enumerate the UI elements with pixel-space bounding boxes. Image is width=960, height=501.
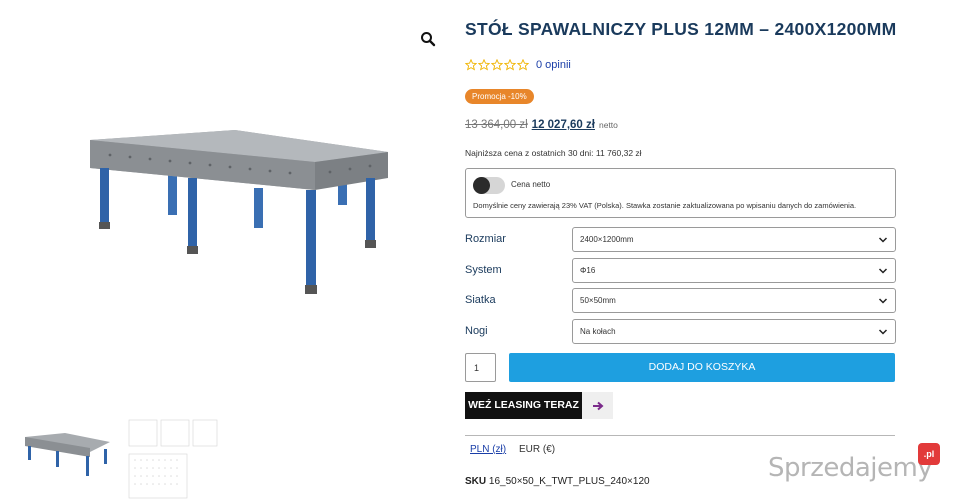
watermark-text: Sprzedajemy xyxy=(768,453,933,483)
sku-label: SKU xyxy=(465,476,487,487)
option-row-nogi: Nogi Na kołach xyxy=(465,319,896,344)
rating: 0 opinii xyxy=(465,59,571,71)
chevron-down-icon xyxy=(878,237,888,243)
option-label: Rozmiar xyxy=(465,233,506,245)
option-label: System xyxy=(465,264,502,276)
system-select[interactable]: Φ16 xyxy=(572,258,896,283)
netto-price-box: Cena netto Domyślnie ceny zawierają 23% … xyxy=(465,168,896,218)
old-price: 13 364,00 zł xyxy=(465,119,528,131)
sku-value: 16_50×50_K_TWT_PLUS_240×120 xyxy=(488,476,650,487)
search-icon[interactable] xyxy=(419,30,437,48)
star-outline-icon xyxy=(504,59,516,71)
thumbnail-drawing[interactable] xyxy=(125,402,220,501)
size-select[interactable]: 2400×1200mm xyxy=(572,227,896,252)
toggle-knob xyxy=(473,177,490,194)
leasing-label: WEŹ LEASING TERAZ xyxy=(465,392,582,419)
lowest-price-note: Najniższa cena z ostatnich 30 dni: 11 76… xyxy=(465,148,642,158)
quantity-input[interactable]: 1 xyxy=(465,353,496,382)
thumbnail-product[interactable] xyxy=(20,402,115,501)
promo-badge: Promocja -10% xyxy=(465,89,534,104)
select-value: 2400×1200mm xyxy=(580,235,634,244)
option-row-siatka: Siatka 50×50mm xyxy=(465,288,896,313)
option-row-system: System Φ16 xyxy=(465,258,896,283)
star-outline-icon xyxy=(517,59,529,71)
star-outline-icon xyxy=(491,59,503,71)
price-suffix: netto xyxy=(598,120,618,130)
select-value: Φ16 xyxy=(580,266,596,275)
price-block: 13 364,00 zł 12 027,60 zł netto xyxy=(465,119,618,131)
chevron-down-icon xyxy=(878,329,888,335)
currency-pln[interactable]: PLN (zł) xyxy=(470,444,506,455)
option-row-rozmiar: Rozmiar 2400×1200mm xyxy=(465,227,896,252)
chevron-down-icon xyxy=(878,298,888,304)
option-label: Nogi xyxy=(465,325,488,337)
site-watermark: Sprzedajemy .pl xyxy=(768,443,948,483)
sku: SKU 16_50×50_K_TWT_PLUS_240×120 xyxy=(465,476,650,487)
star-rating xyxy=(465,59,529,71)
chevron-down-icon xyxy=(878,268,888,274)
quantity-value: 1 xyxy=(474,363,480,373)
currency-eur[interactable]: EUR (€) xyxy=(519,444,555,455)
netto-toggle[interactable] xyxy=(473,177,505,194)
star-outline-icon xyxy=(465,59,477,71)
select-value: 50×50mm xyxy=(580,296,616,305)
select-value: Na kołach xyxy=(580,327,616,336)
option-label: Siatka xyxy=(465,294,496,306)
product-summary: STÓŁ SPAWALNICZY PLUS 12MM – 2400X1200MM… xyxy=(465,0,905,501)
netto-toggle-label: Cena netto xyxy=(511,180,551,189)
watermark-badge: .pl xyxy=(918,443,940,465)
star-outline-icon xyxy=(478,59,490,71)
grid-select[interactable]: 50×50mm xyxy=(572,288,896,313)
product-gallery xyxy=(0,0,450,501)
leasing-button[interactable]: WEŹ LEASING TERAZ xyxy=(465,392,613,419)
arrow-right-icon xyxy=(582,392,613,419)
current-price: 12 027,60 zł xyxy=(531,119,595,131)
vat-note: Domyślnie ceny zawierają 23% VAT (Polska… xyxy=(473,201,857,210)
product-title: STÓŁ SPAWALNICZY PLUS 12MM – 2400X1200MM xyxy=(465,19,897,39)
add-to-cart-button[interactable]: DODAJ DO KOSZYKA xyxy=(509,353,895,382)
product-main-image[interactable] xyxy=(70,100,400,310)
reviews-link[interactable]: 0 opinii xyxy=(536,59,571,71)
legs-select[interactable]: Na kołach xyxy=(572,319,896,344)
